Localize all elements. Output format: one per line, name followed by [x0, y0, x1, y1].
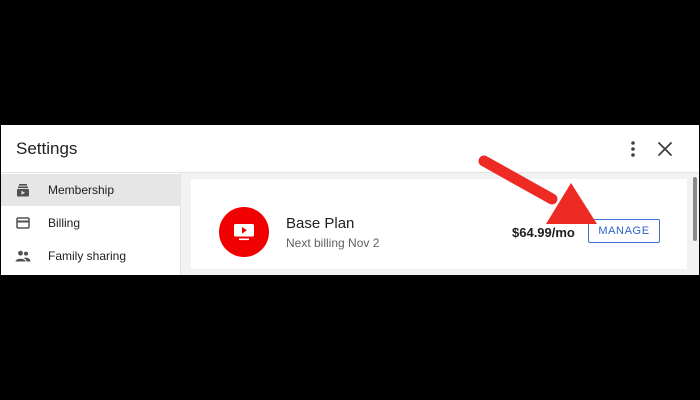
sidebar-item-family-sharing[interactable]: Family sharing — [1, 240, 180, 272]
content-area: Base Plan Next billing Nov 2 $64.99/mo M… — [181, 173, 699, 275]
sidebar-item-label: Membership — [48, 183, 115, 197]
sidebar: Membership Billing Family sharing — [1, 173, 181, 275]
tv-play-icon — [219, 207, 269, 257]
scrollbar-thumb[interactable] — [693, 177, 697, 241]
credit-card-icon — [15, 215, 31, 231]
close-icon[interactable] — [653, 137, 677, 161]
membership-icon — [15, 182, 31, 198]
next-billing-date: Next billing Nov 2 — [286, 236, 380, 250]
sidebar-item-membership[interactable]: Membership — [1, 174, 180, 206]
settings-dialog: Settings Membership Billing Family shari… — [1, 125, 699, 275]
sidebar-item-label: Family sharing — [48, 249, 127, 263]
plan-card: Base Plan Next billing Nov 2 $64.99/mo M… — [191, 179, 687, 269]
plan-name: Base Plan — [286, 215, 355, 232]
sidebar-item-label: Billing — [48, 216, 81, 230]
manage-button[interactable]: MANAGE — [588, 219, 660, 243]
dialog-header: Settings — [1, 125, 699, 173]
scrollbar[interactable] — [691, 173, 699, 275]
more-vert-icon[interactable] — [621, 137, 645, 161]
sidebar-item-billing[interactable]: Billing — [1, 207, 180, 239]
page-title: Settings — [16, 139, 78, 158]
people-icon — [15, 248, 31, 264]
plan-price: $64.99/mo — [512, 225, 575, 240]
